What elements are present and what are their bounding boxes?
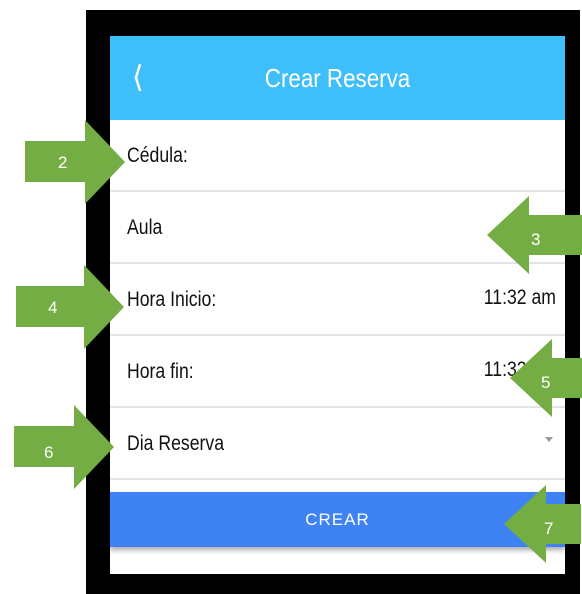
callout-number: 4 [48, 298, 58, 317]
cedula-label: Cédula: [127, 144, 188, 167]
hora-fin-label: Hora fin: [127, 360, 194, 383]
hora-fin-field[interactable]: Hora fin: 11:32 am [110, 336, 565, 408]
page-title: Crear Reserva [264, 63, 411, 93]
hora-inicio-field[interactable]: Hora Inicio: 11:32 am [110, 264, 565, 336]
callout-number: 3 [531, 230, 541, 249]
callout-number: 7 [544, 519, 554, 538]
dropdown-arrow-icon [545, 437, 553, 442]
callout-number: 6 [44, 443, 54, 462]
dia-reserva-select[interactable]: Dia Reserva [110, 408, 565, 480]
screen: ⟨ Crear Reserva Cédula: Aula Hora Inicio… [110, 36, 565, 574]
hora-inicio-value[interactable]: 11:32 am [484, 286, 556, 310]
callout-number: 2 [58, 153, 68, 172]
cedula-field[interactable]: Cédula: [110, 120, 565, 192]
dia-reserva-label: Dia Reserva [127, 432, 225, 455]
aula-label: Aula [127, 216, 163, 239]
crear-button[interactable]: CREAR [110, 492, 565, 547]
callout-number: 5 [541, 373, 551, 392]
app-header: ⟨ Crear Reserva [110, 36, 565, 120]
hora-inicio-label: Hora Inicio: [127, 288, 217, 311]
